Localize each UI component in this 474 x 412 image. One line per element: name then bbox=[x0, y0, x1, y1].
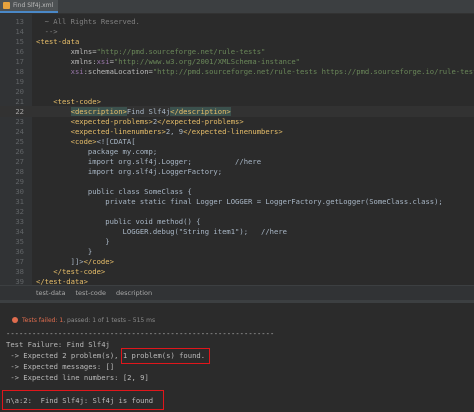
tab-find-slf4j[interactable]: Find Slf4j.xml bbox=[0, 0, 58, 13]
xml-file-icon bbox=[3, 2, 10, 9]
highlight-violation-box bbox=[2, 390, 164, 410]
breadcrumb: test-data test-code description bbox=[0, 285, 474, 300]
code-token: ~ All Rights Reserved. bbox=[36, 17, 140, 26]
line-number: 39 bbox=[15, 277, 24, 285]
code-token: </description> bbox=[170, 107, 231, 116]
code-token: <test-code> bbox=[36, 97, 101, 106]
code-token: Find Slf4j bbox=[126, 107, 171, 116]
code-token: } bbox=[36, 237, 110, 246]
code-token: <expected-problems> bbox=[36, 117, 153, 126]
code-token: :schemaLocation= bbox=[83, 67, 153, 76]
code-token: </expected-linenumbers> bbox=[183, 127, 283, 136]
output-separator: ----------------------------------------… bbox=[6, 329, 275, 338]
code-token: import org.slf4j.Logger; //here bbox=[36, 157, 262, 166]
code-token: </test-code> bbox=[36, 267, 106, 276]
tab-label: Find Slf4j.xml bbox=[13, 2, 54, 9]
code-text: </test-data> bbox=[36, 276, 88, 285]
expected-problems-text: -> Expected 2 problem(s), bbox=[6, 351, 123, 360]
output-failure-title: Test Failure: Find Slf4j bbox=[6, 340, 110, 349]
code-token: public void method() { bbox=[36, 217, 201, 226]
run-output-panel: Tests failed: 1, passed: 1 of 1 tests – … bbox=[0, 300, 474, 412]
breadcrumb-item[interactable]: test-data bbox=[36, 289, 65, 297]
code-token: import org.slf4j.LoggerFactory; bbox=[36, 167, 223, 176]
code-token: </test-data> bbox=[36, 277, 88, 285]
code-token: public class SomeClass { bbox=[36, 187, 192, 196]
error-icon bbox=[12, 317, 18, 323]
code-token: private static final Logger LOGGER = Log… bbox=[36, 197, 443, 206]
output-expected-messages: -> Expected messages: [] bbox=[6, 362, 115, 371]
editor-tab-bar: Find Slf4j.xml bbox=[0, 0, 474, 14]
code-token: package my.comp; bbox=[36, 147, 158, 156]
breadcrumb-item[interactable]: description bbox=[116, 289, 152, 297]
code-token: "http://www.w3.org/2001/XMLSchema-instan… bbox=[113, 57, 300, 66]
code-token: <description> bbox=[70, 107, 127, 116]
code-token: 2, 9 bbox=[165, 127, 184, 136]
code-token: } bbox=[36, 247, 93, 256]
code-token: <![CDATA[ bbox=[96, 137, 136, 146]
code-token: xmlns= bbox=[36, 47, 97, 56]
code-token: <test-data bbox=[36, 37, 80, 46]
code-token: LOGGER.debug("String item1"); //here bbox=[36, 227, 287, 236]
code-token: xmlns: bbox=[36, 57, 97, 66]
code-token: </expected-problems> bbox=[157, 117, 244, 126]
code-token: "http://pmd.sourceforge.net/rule-tests h… bbox=[152, 67, 474, 76]
code-token: --> bbox=[36, 27, 58, 36]
tests-summary: , passed: 1 of 1 tests – 515 ms bbox=[63, 317, 156, 324]
breadcrumb-item[interactable]: test-code bbox=[75, 289, 106, 297]
code-token: <expected-linenumbers> bbox=[36, 127, 166, 136]
highlight-found-box bbox=[121, 348, 210, 364]
test-status-bar: Tests failed: 1, passed: 1 of 1 tests – … bbox=[0, 315, 474, 326]
code-editor[interactable]: 13 ~ All Rights Reserved. 14 --> 15 <test-d… bbox=[0, 14, 474, 285]
tests-failed-label: Tests failed: 1 bbox=[22, 317, 64, 324]
code-token: </code> bbox=[83, 257, 114, 266]
output-expected-line-numbers: -> Expected line numbers: [2, 9] bbox=[6, 373, 149, 382]
code-line[interactable]: 39 </test-data> bbox=[0, 276, 474, 285]
code-token: <code> bbox=[36, 137, 97, 146]
code-token: xsi bbox=[36, 67, 84, 76]
code-token: ]]> bbox=[36, 257, 84, 266]
code-token: "http://pmd.sourceforge.net/rule-tests" bbox=[96, 47, 266, 56]
code-token: xsi bbox=[96, 57, 110, 66]
status-text: Tests failed: 1, passed: 1 of 1 tests – … bbox=[22, 315, 155, 326]
